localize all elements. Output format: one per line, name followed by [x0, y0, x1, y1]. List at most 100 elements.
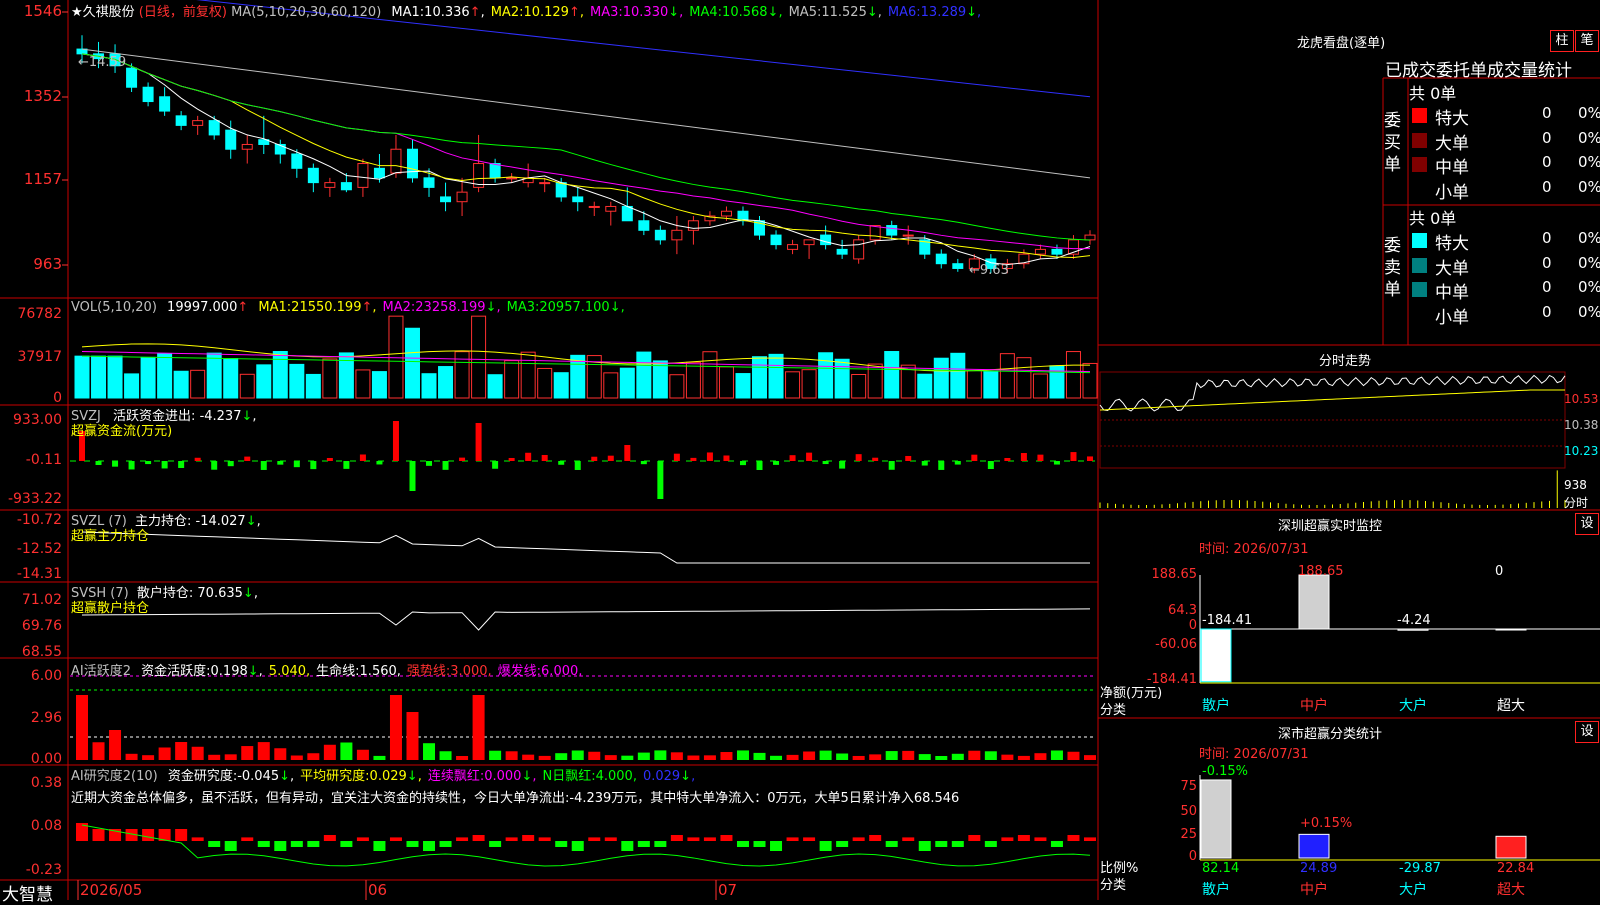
candle-body-47 — [836, 248, 848, 255]
sell-row-swatch-3 — [1412, 282, 1427, 297]
ai-research-bar-37 — [670, 835, 683, 841]
svzj-bar-54 — [954, 461, 961, 465]
ai-research-bar-35 — [637, 841, 650, 847]
classify-delta-1: -0.15% — [1202, 764, 1248, 779]
candle-body-44 — [787, 244, 799, 250]
ai-active-bar-22 — [423, 743, 436, 760]
ai-active-bar-50 — [885, 751, 898, 760]
volume-bar-26 — [487, 374, 503, 399]
monitor-value-4: 0 — [1495, 564, 1503, 579]
ma-value-6-arrow: ↓ — [966, 5, 978, 20]
ai-active-bar-39 — [703, 755, 716, 760]
ai-research-bar-50 — [885, 841, 898, 847]
ai-research-bar-58 — [1017, 835, 1030, 841]
ai-research-bar-44 — [786, 837, 799, 841]
svzl-line — [81, 531, 1090, 564]
fenshi-axis-low: 10.23 — [1564, 444, 1599, 458]
ai-active-bar-45 — [803, 751, 816, 760]
svzj-bar-43 — [773, 461, 780, 465]
monitor-title: 深圳超赢实时监控 — [1278, 519, 1383, 534]
ai-research-bar-21 — [406, 841, 419, 847]
tick-mode-button[interactable]: 笔 — [1575, 30, 1599, 52]
classify-time: 时间: 2026/07/31 — [1199, 743, 1308, 762]
classify-time-label: 时间: — [1199, 747, 1230, 762]
ai-active-bar-29 — [538, 755, 551, 760]
sell-row-count-2: 0 — [1542, 253, 1552, 272]
ai-research-bar-60 — [1050, 841, 1063, 847]
volume-bar-41 — [735, 373, 751, 399]
ai-research-bar-51 — [902, 837, 915, 841]
svzj-bar-28 — [525, 452, 532, 461]
volume-bar-52 — [917, 373, 933, 399]
volume-bar-19 — [371, 371, 387, 399]
ai-research-bar-47 — [836, 841, 849, 847]
svzj-bar-61 — [1070, 452, 1077, 461]
classify-settings-button[interactable]: 设 — [1575, 721, 1599, 743]
monitor-settings-button[interactable]: 设 — [1575, 513, 1599, 535]
ai-active-bar-27 — [505, 751, 518, 760]
ai-active-bar-36 — [654, 750, 667, 760]
volume-bar-35 — [636, 351, 652, 399]
candle-body-11 — [241, 143, 253, 150]
sell-row-swatch-2 — [1412, 257, 1427, 273]
ma-value-2: MA2:10.129 — [490, 5, 569, 20]
svzj-bar-48 — [855, 454, 862, 461]
ai-research-bar-49 — [869, 835, 882, 841]
volume-bar-6 — [157, 353, 173, 399]
classify-axis-label-1: 75 — [1180, 779, 1197, 794]
ai-research-bar-54 — [951, 841, 964, 847]
volume-bar-14 — [289, 363, 305, 399]
bar-mode-button[interactable]: 柱 — [1550, 30, 1574, 52]
volume-bar-18 — [355, 369, 371, 399]
ma-value-1: MA1:10.336 — [391, 5, 470, 20]
ai-research-bar-7 — [175, 829, 188, 841]
volume-bar-23 — [438, 366, 454, 399]
stock-name[interactable]: ★久祺股份 — [71, 5, 135, 20]
lhb-title: 龙虎看盘(逐单) — [1297, 36, 1386, 51]
candle-body-36 — [654, 229, 666, 241]
volume-bar-27 — [504, 360, 520, 399]
ai-research-bar-62 — [1084, 837, 1096, 841]
ma-value-4: MA4:10.568 — [689, 5, 768, 20]
svzj-bar-53 — [938, 461, 945, 470]
ai-active-bar-43 — [770, 755, 783, 760]
classify-cat-4: 超大 — [1497, 882, 1525, 898]
volume-ma-3: MA3:20957.100 — [506, 300, 610, 315]
svzj-bar-6 — [161, 461, 168, 469]
candle-body-5 — [142, 86, 154, 103]
monitor-value-1: -184.41 — [1202, 613, 1252, 628]
volume-bar-20 — [388, 315, 404, 399]
sell-row-count-3: 0 — [1542, 278, 1552, 296]
candle-body-10 — [225, 129, 237, 150]
period-label[interactable]: (日线，前复权) — [139, 5, 227, 20]
ai-research-bar-17 — [340, 841, 353, 847]
sell-row-pct-1: 0% — [1578, 229, 1600, 247]
svzj-bar-3 — [112, 461, 119, 467]
monitor-axis-label-3: 0 — [1189, 618, 1197, 633]
volume-bar-4 — [124, 373, 140, 399]
price-axis-label-3: 1157 — [24, 170, 62, 188]
buy-row-name-1: 特大 — [1435, 109, 1469, 129]
svsh-value: 70.635 — [197, 586, 243, 601]
ai-research-comment: 近期大资金总体偏多，虽不活跃，但有异动，宜关注大资金的持续性，今日大单净流出:-… — [71, 791, 960, 806]
ai-active-item-1-arrow: ↓ — [247, 664, 259, 679]
ma-value-3: MA3:10.330 — [590, 5, 669, 20]
candle-body-21 — [406, 148, 418, 179]
volume-bar-48 — [851, 373, 867, 399]
buy-row-swatch-3 — [1412, 157, 1427, 172]
svzj-bar-22 — [426, 461, 433, 466]
buy-group-label: 委买单 — [1384, 111, 1401, 175]
ai-research-bar-5 — [142, 829, 155, 841]
ai-research-item-2: 平均研究度:0.029 — [300, 769, 407, 784]
ma-value-6: MA6:13.289 — [887, 5, 967, 20]
ai-research-bar-45 — [803, 837, 816, 841]
ma-line-2 — [81, 53, 1091, 258]
candle-body-20 — [390, 148, 402, 174]
volume-bar-22 — [421, 373, 437, 399]
ai-research-bar-36 — [654, 841, 667, 847]
ai-research-bar-52 — [918, 841, 931, 851]
ai-research-item-5-arrow: ↓ — [680, 769, 692, 784]
candle-body-32 — [588, 205, 600, 208]
svzj-bar-46 — [822, 461, 829, 465]
svzj-bar-42 — [756, 461, 763, 470]
